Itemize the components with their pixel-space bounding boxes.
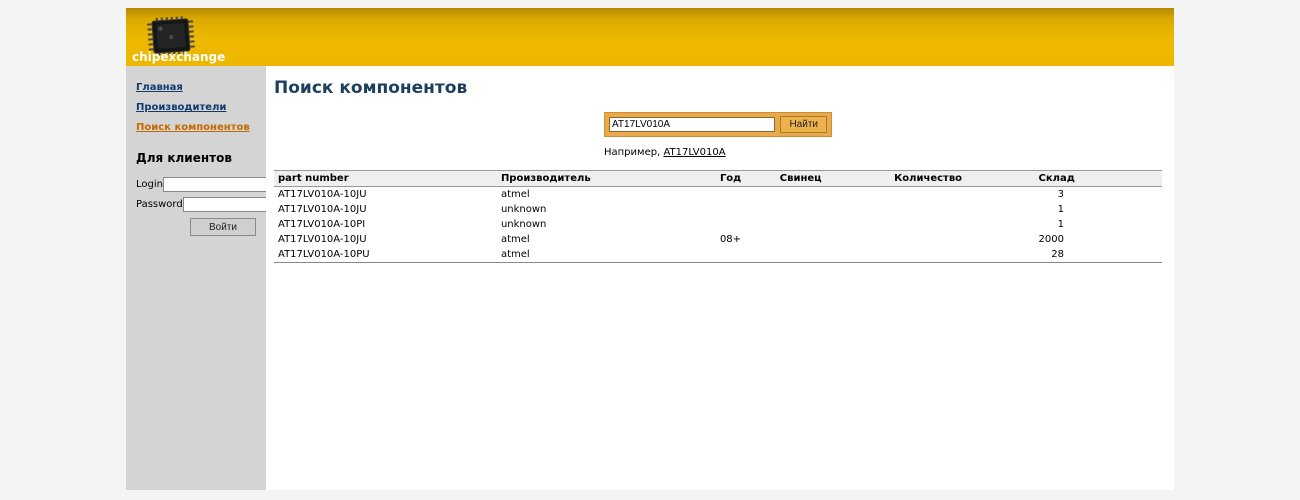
col-part-number: part number — [274, 171, 497, 187]
example-part-link[interactable]: AT17LV010A — [663, 147, 725, 158]
table-row: AT17LV010A-10JU atmel 08+ 2000 — [274, 232, 1162, 247]
login-label: Login — [136, 179, 163, 190]
cell-quantity — [890, 232, 1034, 247]
cell-part-number: AT17LV010A-10JU — [274, 187, 497, 203]
cell-year — [716, 247, 776, 263]
login-button[interactable]: Войти — [190, 218, 256, 236]
cell-lead — [776, 202, 890, 217]
cell-lead — [776, 247, 890, 263]
cell-lead — [776, 187, 890, 203]
col-quantity: Количество — [890, 171, 1034, 187]
cell-stock: 2000 — [1035, 232, 1162, 247]
table-row: AT17LV010A-10JU unknown 1 — [274, 202, 1162, 217]
cell-manufacturer: atmel — [497, 232, 716, 247]
cell-lead — [776, 217, 890, 232]
clients-heading: Для клиентов — [136, 151, 258, 165]
cell-manufacturer: unknown — [497, 202, 716, 217]
cell-stock: 1 — [1035, 217, 1162, 232]
search-area: Найти Например, AT17LV010A — [604, 112, 832, 158]
cell-year — [716, 187, 776, 203]
results-table: part number Производитель Год Свинец Кол… — [274, 170, 1162, 263]
col-manufacturer: Производитель — [497, 171, 716, 187]
brand-name: chipexchange — [132, 50, 225, 64]
cell-part-number: AT17LV010A-10JU — [274, 202, 497, 217]
site-header: ⊕ chipexchange — [126, 8, 1174, 66]
password-label: Password — [136, 199, 183, 210]
col-lead: Свинец — [776, 171, 890, 187]
cell-lead — [776, 232, 890, 247]
col-year: Год — [716, 171, 776, 187]
cell-year — [716, 217, 776, 232]
table-row: AT17LV010A-10JU atmel 3 — [274, 187, 1162, 203]
cell-stock: 3 — [1035, 187, 1162, 203]
table-row: AT17LV010A-10PU atmel 28 — [274, 247, 1162, 263]
cell-year — [716, 202, 776, 217]
cell-manufacturer: atmel — [497, 247, 716, 263]
cell-manufacturer: atmel — [497, 187, 716, 203]
example-prefix: Например, — [604, 147, 663, 158]
cell-manufacturer: unknown — [497, 217, 716, 232]
cell-part-number: AT17LV010A-10PI — [274, 217, 497, 232]
table-row: AT17LV010A-10PI unknown 1 — [274, 217, 1162, 232]
sidebar-link-manufacturers[interactable]: Производители — [136, 102, 258, 113]
search-bar: Найти — [604, 112, 832, 137]
body-row: Главная Производители Поиск компонентов … — [126, 66, 1174, 490]
table-header-row: part number Производитель Год Свинец Кол… — [274, 171, 1162, 187]
sidebar: Главная Производители Поиск компонентов … — [126, 66, 266, 490]
site-container: ⊕ chipexchange Главная Производители Пои… — [126, 8, 1174, 490]
cell-stock: 1 — [1035, 202, 1162, 217]
cell-part-number: AT17LV010A-10JU — [274, 232, 497, 247]
cell-quantity — [890, 247, 1034, 263]
svg-text:⊕: ⊕ — [168, 34, 174, 41]
page-background: ⊕ chipexchange Главная Производители Пои… — [0, 0, 1300, 500]
sidebar-link-home[interactable]: Главная — [136, 82, 258, 93]
search-input[interactable] — [609, 117, 775, 132]
col-stock: Склад — [1035, 171, 1162, 187]
search-example: Например, AT17LV010A — [604, 147, 832, 158]
cell-quantity — [890, 202, 1034, 217]
cell-quantity — [890, 217, 1034, 232]
cell-part-number: AT17LV010A-10PU — [274, 247, 497, 263]
sidebar-link-component-search[interactable]: Поиск компонентов — [136, 122, 258, 133]
login-row: Login — [136, 177, 258, 192]
search-button[interactable]: Найти — [780, 116, 827, 133]
cell-year: 08+ — [716, 232, 776, 247]
main-content: Поиск компонентов Найти Например, AT17LV… — [266, 66, 1174, 490]
cell-quantity — [890, 187, 1034, 203]
cell-stock: 28 — [1035, 247, 1162, 263]
page-title: Поиск компонентов — [274, 78, 1162, 98]
password-row: Password — [136, 197, 258, 212]
